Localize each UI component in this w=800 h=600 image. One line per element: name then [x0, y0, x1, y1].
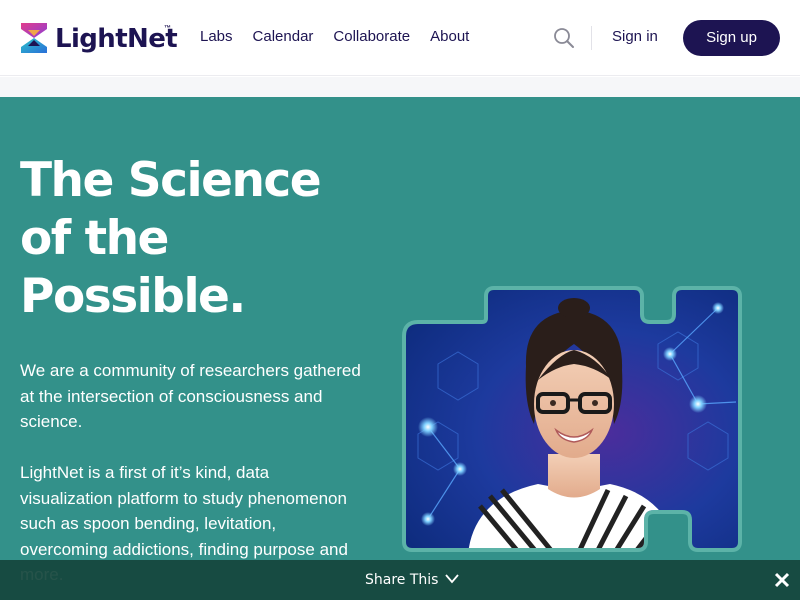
hero-headline: The Science of the Possible.	[20, 152, 380, 326]
signup-button[interactable]: Sign up	[683, 20, 780, 56]
nav-item-collaborate[interactable]: Collaborate	[333, 28, 410, 46]
headline-line-2: of the	[20, 211, 169, 266]
share-label[interactable]: Share This	[365, 571, 438, 589]
nav-item-labs[interactable]: Labs	[200, 28, 233, 46]
main-nav: Labs Calendar Collaborate About	[200, 28, 489, 46]
close-icon[interactable]	[774, 572, 790, 588]
chevron-down-icon[interactable]	[444, 573, 460, 585]
hero-section: The Science of the Possible. We are a co…	[0, 97, 800, 600]
site-header: LightNet ™ Labs Calendar Collaborate Abo…	[0, 0, 800, 76]
header-divider	[591, 26, 592, 50]
header-spacer	[0, 77, 800, 97]
hero-intro-paragraph: We are a community of researchers gather…	[20, 361, 361, 431]
signin-link[interactable]: Sign in	[612, 28, 658, 46]
trademark-symbol: ™	[164, 25, 171, 32]
nav-item-calendar[interactable]: Calendar	[253, 28, 314, 46]
headline-line-3: Possible.	[20, 269, 246, 324]
nav-item-about[interactable]: About	[430, 28, 469, 46]
brand-name: LightNet	[55, 24, 178, 54]
logo[interactable]: LightNet	[19, 20, 178, 56]
share-bar[interactable]: Share This	[0, 560, 800, 600]
headline-line-1: The Science	[20, 153, 322, 208]
hero-portrait-image	[402, 286, 742, 552]
lightnet-logo-icon	[21, 23, 47, 53]
search-icon[interactable]	[553, 27, 575, 49]
